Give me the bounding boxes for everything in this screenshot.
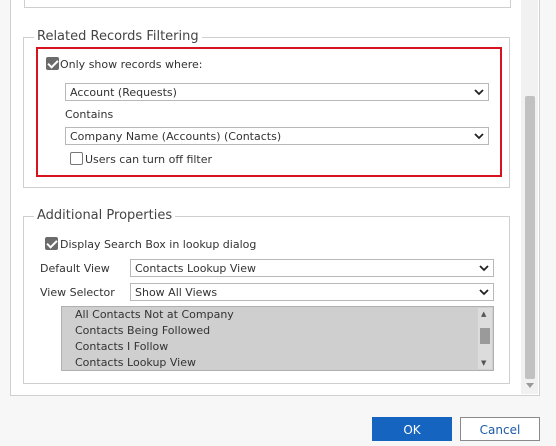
scroll-up-icon[interactable]: ▲ [481,310,486,318]
display-search-box-checkbox[interactable] [45,237,58,250]
view-selector-select-value: Show All Views [135,286,218,299]
related-entity-select-value: Account (Requests) [70,86,177,99]
ok-button[interactable]: OK [372,417,452,441]
main-scroll-thumb[interactable] [525,96,535,379]
list-item[interactable]: Contacts Being Followed [75,324,210,338]
display-search-box-label: Display Search Box in lookup dialog [60,238,257,251]
related-entity-select[interactable]: Account (Requests) [65,83,489,101]
chevron-down-icon [479,289,489,296]
list-item[interactable]: Contacts Lookup View [75,356,196,370]
default-view-select[interactable]: Contacts Lookup View [130,259,494,277]
list-item[interactable]: Contacts I Follow [75,340,168,354]
contains-entity-select-value: Company Name (Accounts) (Contacts) [70,130,282,143]
scroll-down-icon[interactable]: ▼ [481,359,486,367]
only-show-records-checkbox[interactable] [46,57,59,70]
only-show-records-label: Only show records where: [60,58,203,71]
default-view-label: Default View [40,262,110,275]
chevron-down-icon [474,89,484,96]
scroll-down-icon[interactable] [526,383,534,388]
view-selector-label: View Selector [40,286,115,299]
chevron-down-icon [479,265,489,272]
listbox-scroll-thumb[interactable] [480,328,490,344]
listbox-scrollbar[interactable]: ▲ ▼ [478,308,492,369]
chevron-down-icon [474,133,484,140]
related-records-filtering-title: Related Records Filtering [34,28,202,46]
default-view-select-value: Contacts Lookup View [135,262,257,275]
additional-properties-title: Additional Properties [34,207,176,225]
contains-entity-select[interactable]: Company Name (Accounts) (Contacts) [65,127,489,145]
cancel-button[interactable]: Cancel [460,417,540,441]
users-turn-off-filter-label: Users can turn off filter [85,153,213,166]
list-item[interactable]: All Contacts Not at Company [75,308,234,322]
view-selector-select[interactable]: Show All Views [130,283,494,301]
main-scrollbar[interactable] [521,0,538,394]
previous-section-border [24,0,511,8]
contains-label: Contains [65,108,114,121]
users-turn-off-filter-checkbox[interactable] [70,152,83,165]
views-listbox[interactable]: All Contacts Not at Company Contacts Bei… [61,306,494,371]
